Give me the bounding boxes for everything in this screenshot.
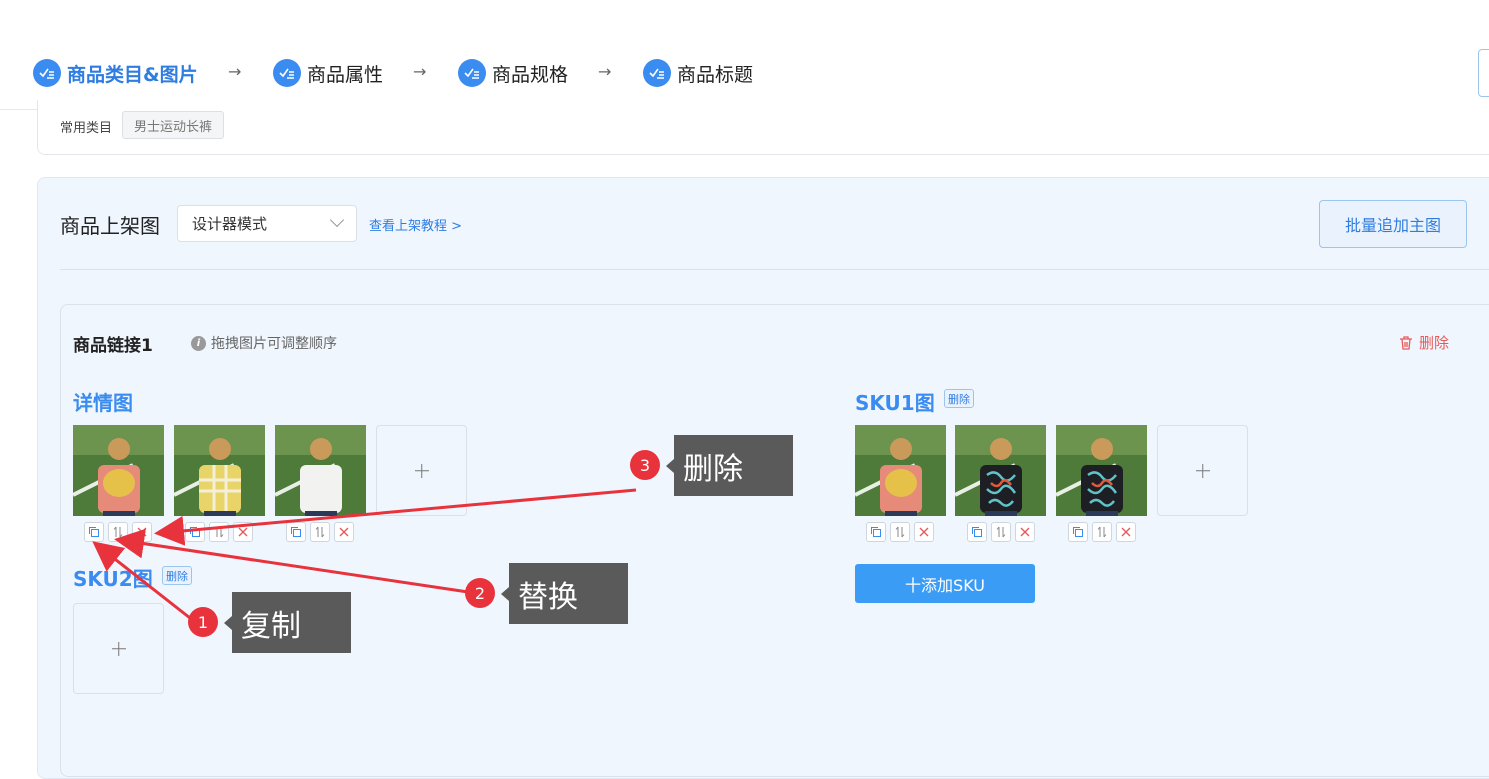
sku1-delete-button[interactable]: 删除	[944, 389, 974, 408]
detail-image-2[interactable]	[174, 425, 265, 516]
delete-icon[interactable]	[1116, 522, 1136, 542]
copy-icon[interactable]	[1068, 522, 1088, 542]
delete-icon[interactable]	[914, 522, 934, 542]
mode-select[interactable]: 设计器模式	[177, 205, 357, 242]
annotation-badge-3: 3	[630, 450, 660, 480]
annotation-note-delete: 删除	[666, 435, 793, 496]
arrow-right-icon: →	[228, 62, 242, 81]
detail-image-1[interactable]	[73, 425, 164, 516]
delete-icon[interactable]	[132, 522, 152, 542]
delete-icon[interactable]	[334, 522, 354, 542]
hint-text: 拖拽图片可调整顺序	[211, 336, 337, 352]
batch-add-main-images-button[interactable]: 批量追加主图	[1319, 200, 1467, 248]
check-list-icon	[33, 59, 61, 87]
chevron-down-icon	[329, 212, 345, 228]
annotation-note-replace: 替换	[501, 563, 628, 624]
product-link-card	[60, 304, 1489, 777]
top-right-button[interactable]	[1478, 49, 1489, 97]
sku1-title: SKU1图	[855, 391, 935, 415]
sku1-image-1[interactable]	[855, 425, 946, 516]
detail-image-3[interactable]	[275, 425, 366, 516]
info-icon: i	[191, 335, 206, 351]
image-tools	[1068, 522, 1136, 542]
step-bar: 商品类目&图片 → 商品属性 → 商品规格 → 商品标题	[0, 0, 1489, 110]
check-list-icon	[273, 59, 301, 87]
step-specs[interactable]: 商品规格	[458, 59, 568, 87]
step-attributes[interactable]: 商品属性	[273, 59, 383, 87]
divider	[60, 269, 1489, 270]
mode-select-value: 设计器模式	[192, 215, 268, 233]
copy-icon[interactable]	[967, 522, 987, 542]
panel-title: 商品上架图	[60, 214, 160, 238]
replace-icon[interactable]	[108, 522, 128, 542]
arrow-right-icon: →	[413, 62, 427, 81]
arrow-right-icon: →	[598, 62, 612, 81]
sku1-image-2[interactable]	[955, 425, 1046, 516]
step-label: 商品规格	[492, 63, 569, 86]
sku2-title: SKU2图	[73, 567, 153, 591]
add-sku2-image-button[interactable]	[73, 603, 164, 694]
step-label: 商品类目&图片	[67, 63, 198, 86]
copy-icon[interactable]	[84, 522, 104, 542]
delete-icon[interactable]	[233, 522, 253, 542]
delete-label: 删除	[1419, 334, 1450, 352]
trash-icon	[1400, 335, 1412, 350]
annotation-note-copy: 复制	[224, 592, 351, 653]
copy-icon[interactable]	[185, 522, 205, 542]
copy-icon[interactable]	[866, 522, 886, 542]
image-tools	[866, 522, 934, 542]
category-tag[interactable]: 男士运动长裤	[122, 111, 225, 139]
add-sku1-image-button[interactable]	[1157, 425, 1248, 516]
check-list-icon	[643, 59, 671, 87]
step-category-images[interactable]: 商品类目&图片	[33, 59, 198, 87]
replace-icon[interactable]	[890, 522, 910, 542]
step-title[interactable]: 商品标题	[643, 59, 753, 87]
delete-icon[interactable]	[1015, 522, 1035, 542]
copy-icon[interactable]	[286, 522, 306, 542]
replace-icon[interactable]	[209, 522, 229, 542]
image-tools	[286, 522, 354, 542]
detail-images-title: 详情图	[73, 391, 133, 415]
replace-icon[interactable]	[1092, 522, 1112, 542]
step-label: 商品标题	[677, 63, 754, 86]
image-tools	[84, 522, 152, 542]
drag-hint: i 拖拽图片可调整顺序	[191, 333, 337, 353]
sku2-delete-button[interactable]: 删除	[162, 566, 192, 585]
add-sku-button[interactable]: 十添加SKU	[855, 564, 1035, 603]
add-detail-image-button[interactable]	[376, 425, 467, 516]
step-label: 商品属性	[307, 63, 384, 86]
check-list-icon	[458, 59, 486, 87]
replace-icon[interactable]	[991, 522, 1011, 542]
link-title: 商品链接1	[73, 336, 153, 356]
delete-link-button[interactable]: 删除	[1398, 332, 1449, 353]
category-card	[37, 100, 1489, 155]
annotation-badge-2: 2	[465, 578, 495, 608]
common-category-label: 常用类目	[60, 121, 113, 136]
image-tools	[967, 522, 1035, 542]
tutorial-link[interactable]: 查看上架教程 >	[369, 215, 462, 234]
annotation-badge-1: 1	[188, 607, 218, 637]
image-tools	[185, 522, 253, 542]
replace-icon[interactable]	[310, 522, 330, 542]
sku1-image-3[interactable]	[1056, 425, 1147, 516]
